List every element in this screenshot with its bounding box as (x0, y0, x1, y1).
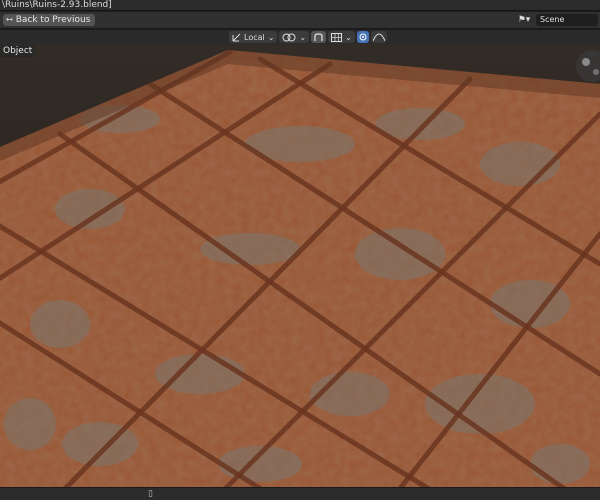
back-to-previous-label: Back to Previous (15, 15, 91, 25)
stone-patch (200, 233, 300, 265)
pivot-point-icon (282, 33, 296, 41)
snap-target-icon (331, 32, 343, 42)
status-bar: ▯ (0, 487, 600, 500)
file-icon: ▯ (148, 489, 153, 499)
falloff-dropdown[interactable] (370, 31, 387, 43)
stone-patch (30, 300, 90, 348)
top-bar: ↤ Back to Previous ⚑▾ Scene (0, 12, 600, 29)
snap-icon (314, 32, 323, 41)
terrain-render (0, 44, 600, 487)
stone-patch (530, 444, 590, 484)
back-to-previous-button[interactable]: ↤ Back to Previous (3, 14, 96, 26)
transform-tools: Local ⌄ ⌄ ⌄ (229, 31, 387, 43)
chevron-down-icon: ⌄ (345, 32, 352, 42)
window-title: \Ruins\Ruins-2.93.blend] (0, 0, 600, 11)
stone-patch (4, 398, 56, 450)
transform-orientation-icon (232, 33, 241, 41)
chevron-down-icon: ⌄ (299, 32, 307, 42)
chevron-down-icon: ⌄ (267, 32, 275, 42)
transform-orientation-dropdown[interactable]: Local ⌄ (229, 31, 278, 43)
interaction-mode-label[interactable]: Object (0, 45, 36, 57)
proportional-editing-toggle[interactable] (356, 31, 369, 43)
snap-target-dropdown[interactable]: ⌄ (328, 31, 355, 43)
scene-name-field[interactable]: Scene (536, 14, 598, 26)
stone-patch (155, 354, 245, 394)
viewport-header: Local ⌄ ⌄ ⌄ (0, 30, 600, 44)
falloff-icon (372, 33, 385, 41)
scene-selector: ⚑▾ Scene (515, 14, 598, 26)
stone-patch (55, 189, 125, 229)
proportional-editing-icon (359, 33, 367, 41)
transform-orientation-label: Local (244, 32, 265, 42)
back-arrow-icon: ↤ (6, 15, 13, 24)
scene-icon[interactable]: ⚑▾ (515, 14, 533, 26)
stone-patch (355, 228, 445, 280)
3d-viewport[interactable]: Object (0, 44, 600, 487)
pivot-point-dropdown[interactable]: ⌄ (279, 31, 310, 43)
snap-toggle[interactable] (311, 31, 327, 43)
